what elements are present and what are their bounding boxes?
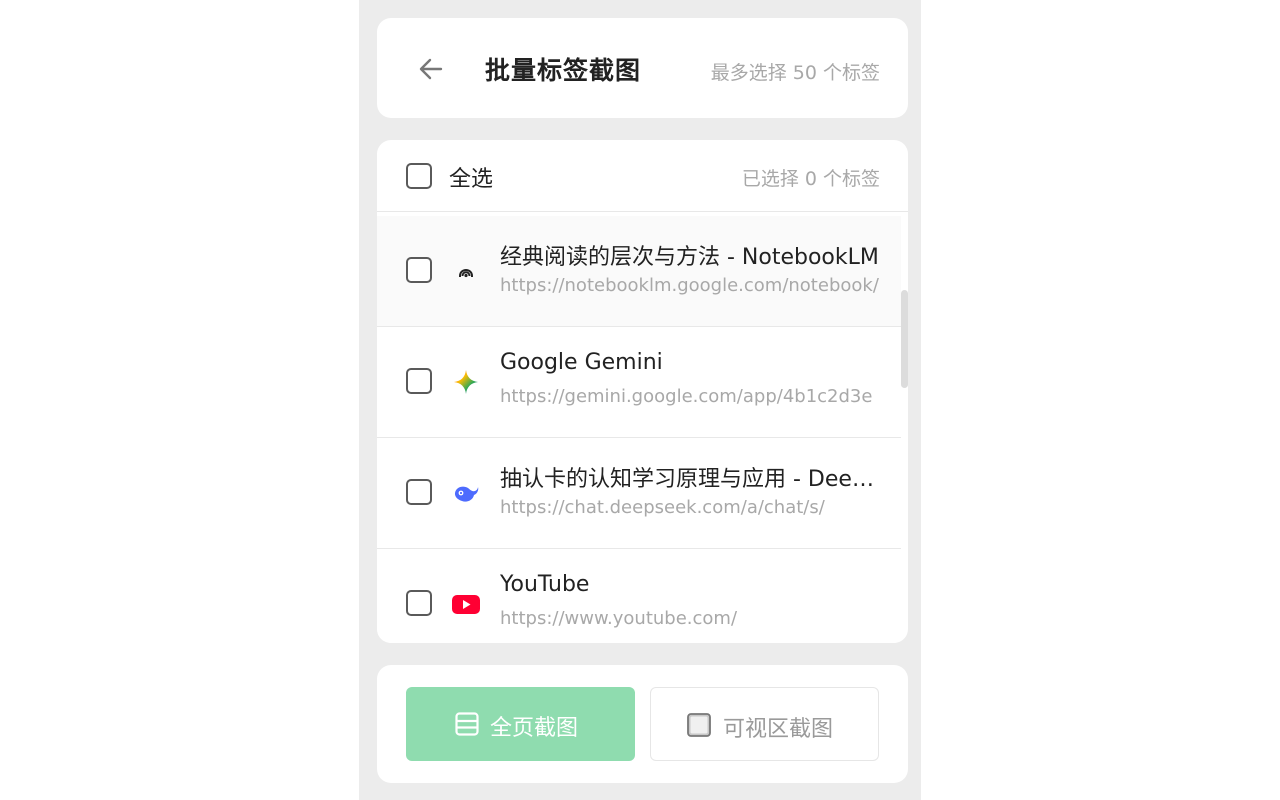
tab-checkbox[interactable] (406, 368, 432, 394)
select-all-checkbox[interactable] (406, 163, 432, 189)
tab-title: Google Gemini (500, 350, 663, 375)
tab-title: YouTube (500, 572, 590, 597)
arrow-left-icon (419, 58, 443, 80)
select-all-label: 全选 (449, 167, 494, 192)
notebooklm-icon (459, 269, 473, 278)
tab-item-gemini[interactable]: Google Gemini https://gemini.google.com/… (377, 327, 901, 438)
select-all-row[interactable]: 全选 已选择 0 个标签 (377, 140, 908, 212)
gemini-icon (454, 370, 478, 394)
visible-area-screenshot-button[interactable]: 可视区截图 (650, 687, 879, 761)
selection-limit-hint: 最多选择 50 个标签 (710, 62, 880, 84)
header-card: 批量标签截图 最多选择 50 个标签 (377, 18, 908, 118)
back-button[interactable] (417, 55, 445, 83)
selected-count: 已选择 0 个标签 (741, 168, 880, 190)
list-scrollbar[interactable] (901, 290, 908, 388)
tab-checkbox[interactable] (406, 479, 432, 505)
tab-list: 经典阅读的层次与方法 - NotebookLM https://notebook… (377, 216, 901, 643)
tab-checkbox[interactable] (406, 257, 432, 283)
youtube-icon (452, 595, 480, 614)
full-page-screenshot-button[interactable]: 全页截图 (406, 687, 635, 761)
full-page-icon (455, 712, 479, 736)
tab-list-card: 全选 已选择 0 个标签 经典阅读的层次与方法 - NotebookLM htt… (377, 140, 908, 643)
full-page-label: 全页截图 (490, 716, 579, 741)
tab-title: 抽认卡的认知学习原理与应用 - DeepSeek (500, 467, 880, 492)
tab-url: https://notebooklm.google.com/notebook/ (500, 275, 879, 296)
visible-area-icon (687, 713, 711, 737)
tab-checkbox[interactable] (406, 590, 432, 616)
tab-item-youtube[interactable]: YouTube https://www.youtube.com/ (377, 549, 901, 643)
action-footer: 全页截图 可视区截图 (377, 665, 908, 783)
page-title: 批量标签截图 (485, 56, 642, 85)
deepseek-icon (454, 486, 479, 502)
tab-item-deepseek[interactable]: 抽认卡的认知学习原理与应用 - DeepSeek https://chat.de… (377, 438, 901, 549)
visible-area-label: 可视区截图 (723, 717, 834, 742)
tab-url: https://gemini.google.com/app/4b1c2d3e (500, 386, 873, 407)
tab-item-notebooklm[interactable]: 经典阅读的层次与方法 - NotebookLM https://notebook… (377, 216, 901, 327)
batch-screenshot-panel: 批量标签截图 最多选择 50 个标签 全选 已选择 0 个标签 经典阅读的层次与… (359, 0, 921, 800)
tab-url: https://www.youtube.com/ (500, 608, 738, 629)
tab-url: https://chat.deepseek.com/a/chat/s/ (500, 497, 825, 518)
tab-title: 经典阅读的层次与方法 - NotebookLM (500, 245, 879, 270)
